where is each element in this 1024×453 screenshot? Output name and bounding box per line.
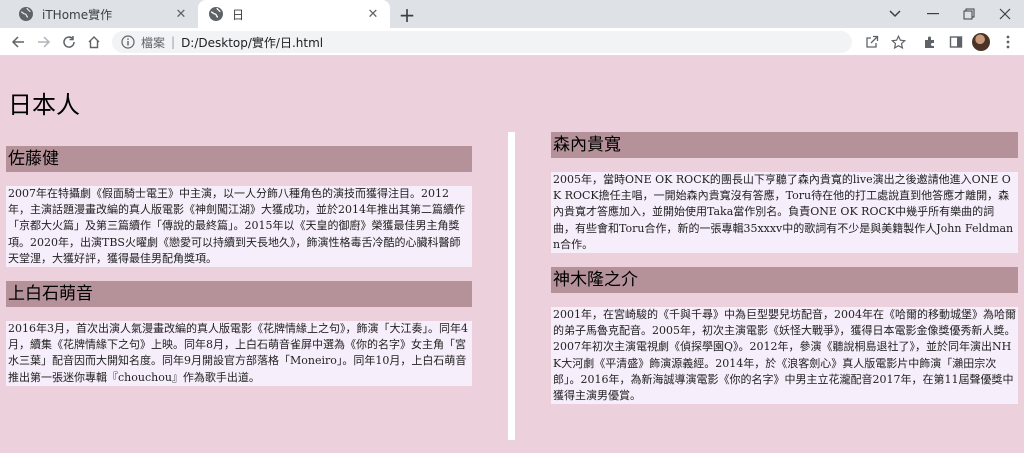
person-name: 森內貴寬 — [551, 132, 1018, 158]
address-divider: | — [171, 35, 176, 49]
close-icon[interactable]: ✕ — [172, 5, 190, 23]
restore-button[interactable] — [950, 0, 988, 28]
person-name: 上白石萌音 — [6, 281, 472, 308]
bookmark-star-icon[interactable] — [888, 32, 908, 52]
tab-strip: iTHome實作 ✕ 日 ✕ + — [0, 0, 1024, 28]
tab-title: 日 — [232, 7, 245, 22]
menu-dots-icon[interactable] — [998, 32, 1018, 52]
page-title: 日本人 — [8, 91, 80, 119]
person-name: 佐藤健 — [6, 146, 472, 172]
person-bio: 2005年，當時ONE OK ROCK的團長山下亨聽了森內貴寬的live演出之後… — [551, 172, 1018, 254]
column-divider — [508, 132, 515, 440]
person-card: 上白石萌音 2016年3月，首次出演人氣漫畫改編的真人版電影《花牌情緣上之句》，… — [6, 281, 472, 386]
reload-icon[interactable] — [59, 32, 79, 52]
forward-icon[interactable] — [34, 32, 54, 52]
person-bio: 2007年在特攝劇《假面騎士電王》中主演，以一人分飾八種角色的演技而獲得注目。2… — [6, 186, 472, 268]
tab-title: iTHome實作 — [42, 7, 113, 22]
globe-icon — [209, 7, 223, 21]
person-bio: 2016年3月，首次出演人氣漫畫改編的真人版電影《花牌情緣上之句》，飾演「大江奏… — [6, 321, 472, 386]
chevron-down-icon[interactable] — [876, 0, 914, 28]
close-window-button[interactable] — [986, 0, 1024, 28]
info-icon[interactable] — [121, 35, 135, 49]
right-column: 森內貴寬 2005年，當時ONE OK ROCK的團長山下亨聽了森內貴寬的liv… — [551, 132, 1018, 418]
person-bio: 2001年，在宮崎駿的《千與千尋》中為巨型嬰兒坊配音，2004年在《哈爾的移動城… — [551, 307, 1018, 405]
home-icon[interactable] — [84, 32, 104, 52]
person-card: 森內貴寬 2005年，當時ONE OK ROCK的團長山下亨聽了森內貴寬的liv… — [551, 132, 1018, 254]
back-icon[interactable] — [8, 32, 28, 52]
avatar[interactable] — [972, 33, 990, 51]
left-column: 佐藤健 2007年在特攝劇《假面騎士電王》中主演，以一人分飾八種角色的演技而獲得… — [6, 146, 472, 400]
tab-ithome[interactable]: iTHome實作 ✕ — [8, 0, 198, 28]
browser-toolbar: 檔案 | D:/Desktop/實作/日.html — [0, 28, 1024, 56]
page-content: 日本人 佐藤健 2007年在特攝劇《假面騎士電王》中主演，以一人分飾八種角色的演… — [0, 57, 1024, 453]
share-icon[interactable] — [862, 32, 882, 52]
tab-ri[interactable]: 日 ✕ — [198, 0, 390, 28]
extensions-icon[interactable] — [920, 32, 940, 52]
person-name: 神木隆之介 — [551, 267, 1018, 294]
person-card: 神木隆之介 2001年，在宮崎駿的《千與千尋》中為巨型嬰兒坊配音，2004年在《… — [551, 267, 1018, 405]
url-text: D:/Desktop/實作/日.html — [181, 35, 324, 50]
new-tab-button[interactable]: + — [396, 3, 418, 27]
close-icon[interactable]: ✕ — [364, 5, 382, 23]
site-label: 檔案 — [141, 35, 166, 50]
person-card: 佐藤健 2007年在特攝劇《假面騎士電王》中主演，以一人分飾八種角色的演技而獲得… — [6, 146, 472, 268]
globe-icon — [19, 7, 33, 21]
sidebar-icon[interactable] — [946, 32, 966, 52]
minimize-button[interactable] — [914, 0, 952, 28]
address-bar[interactable]: 檔案 | D:/Desktop/實作/日.html — [112, 31, 852, 53]
